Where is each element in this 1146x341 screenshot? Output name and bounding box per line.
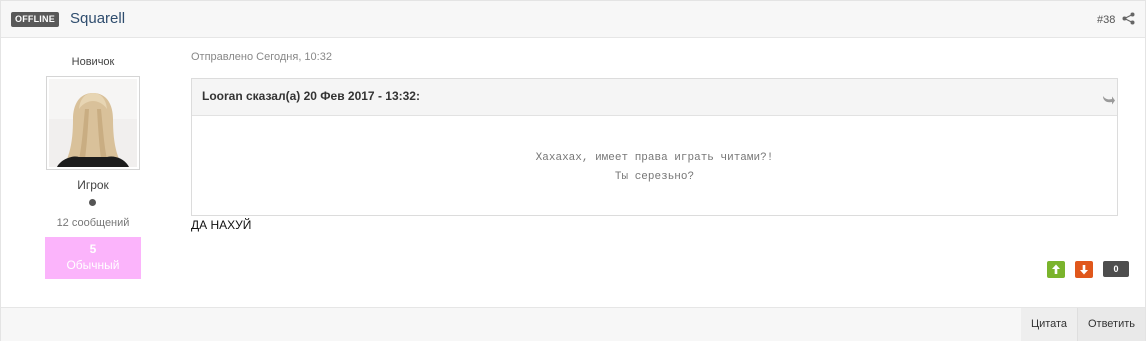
quote-block: Looran сказал(а) 20 Фев 2017 - 13:32: Ха… — [191, 78, 1118, 216]
post-footer: Цитата Ответить — [1, 307, 1145, 341]
reputation-label: Обычный — [66, 258, 120, 272]
status-badge: OFFLINE — [11, 12, 59, 27]
reputation-badge: 5 Обычный — [45, 237, 141, 279]
post-text: ДА НАХУЙ — [191, 218, 252, 232]
post-date: Отправлено Сегодня, 10:32 — [191, 51, 332, 63]
reply-button[interactable]: Ответить — [1077, 308, 1145, 341]
quote-jump-icon[interactable] — [1100, 90, 1116, 106]
member-rank: Новичок — [71, 56, 115, 68]
quote-line: Ты серезьно? — [614, 171, 695, 183]
post-count: 12 сообщений — [56, 217, 130, 229]
avatar[interactable] — [46, 76, 140, 170]
forum-post: OFFLINE Squarell #38 Новичок Игрок 12 со… — [0, 0, 1146, 341]
share-icon[interactable] — [1122, 12, 1135, 25]
arrow-down-icon — [1080, 265, 1088, 275]
avatar-photo — [49, 79, 137, 167]
quote-citation: Looran сказал(а) 20 Фев 2017 - 13:32: — [202, 89, 420, 103]
vote-up-button[interactable] — [1047, 261, 1065, 278]
post-header: OFFLINE Squarell #38 — [1, 1, 1145, 38]
quote-line: Хахахах, имеет права играть читами?! — [535, 152, 774, 164]
status-dot-icon — [89, 199, 96, 206]
vote-down-button[interactable] — [1075, 261, 1093, 278]
quote-button[interactable]: Цитата — [1021, 308, 1077, 341]
post-number-link[interactable]: #38 — [1097, 13, 1115, 27]
quote-body: Хахахах, имеет права играть читами?! Ты … — [192, 149, 1117, 187]
reputation-value: 5 — [89, 242, 97, 256]
quote-header: Looran сказал(а) 20 Фев 2017 - 13:32: — [192, 79, 1117, 116]
member-group: Игрок — [77, 178, 109, 192]
author-name-link[interactable]: Squarell — [70, 9, 125, 29]
arrow-up-icon — [1052, 264, 1060, 274]
vote-score: 0 — [1103, 261, 1129, 277]
